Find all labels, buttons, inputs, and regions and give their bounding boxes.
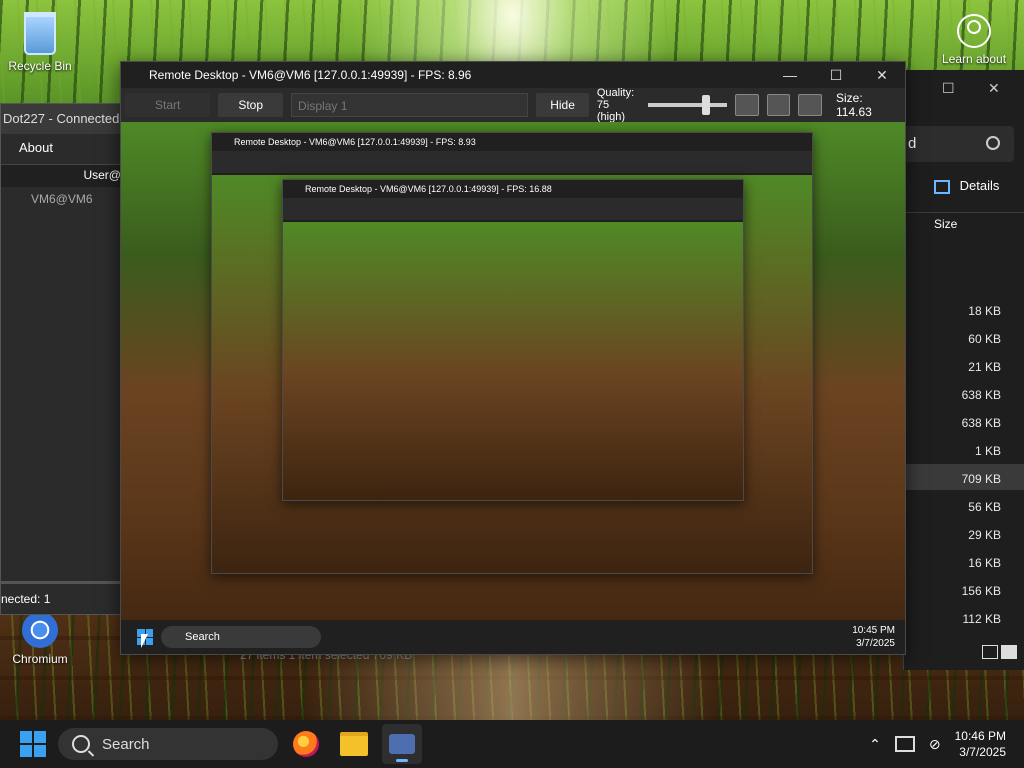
file-size: 21 KB [968, 360, 1001, 374]
file-size: 709 KB [961, 472, 1001, 486]
clock-date: 3/7/2025 [959, 745, 1006, 759]
maximize-button[interactable]: ☐ [813, 67, 859, 84]
explorer-search-text: d [908, 135, 917, 152]
details-pane-icon [934, 179, 950, 194]
file-size: 60 KB [968, 332, 1001, 346]
background-window-title: Dot227 - Connected: 1 [1, 104, 134, 134]
remote-desktop-app-icon [389, 734, 415, 754]
user-value: VM6@VM6 [31, 192, 93, 206]
explorer-taskbar-button[interactable] [334, 724, 374, 764]
mouse-cursor [141, 634, 148, 648]
firefox-icon [293, 731, 319, 757]
nested-remote-window: Remote Desktop - VM6@VM6 [127.0.0.1:4993… [211, 132, 813, 574]
nested-window-title: Remote Desktop - VM6@VM6 [127.0.0.1:4993… [212, 133, 812, 151]
explorer-close-button[interactable]: ✕ [988, 80, 1000, 97]
chromium-icon [22, 612, 58, 648]
display-select[interactable]: Display 1 [291, 93, 529, 117]
user-list-header: User@ [1, 164, 123, 187]
nested-window-title: Remote Desktop - VM6@VM6 [127.0.0.1:4993… [283, 180, 743, 198]
network-icon[interactable]: ⊘ [929, 736, 941, 753]
clock[interactable]: 10:46 PM 3/7/2025 [955, 728, 1006, 760]
quality-label: Quality: 75 (high) [596, 87, 635, 123]
chromium-shortcut[interactable]: Chromium [0, 612, 80, 666]
learn-about-shortcut[interactable]: Learn about [934, 14, 1014, 66]
list-view-icon[interactable] [981, 645, 998, 659]
frame-size-readout: Size: 114.63 [835, 91, 872, 119]
stop-button[interactable]: Stop [218, 93, 284, 117]
clear-icon[interactable] [766, 94, 791, 116]
hide-button[interactable]: Hide [536, 93, 589, 117]
recycle-bin-shortcut[interactable]: Recycle Bin [0, 12, 80, 73]
keyboard-icon[interactable] [798, 94, 822, 116]
quality-slider[interactable] [647, 95, 727, 115]
recycle-bin-icon [24, 12, 56, 55]
chromium-label: Chromium [12, 652, 68, 666]
remote-viewport[interactable]: Remote Desktop - VM6@VM6 [127.0.0.1:4993… [121, 122, 905, 654]
minimize-button[interactable]: — [767, 67, 813, 83]
clock-time: 10:46 PM [954, 729, 1006, 743]
file-size: 1 KB [974, 444, 1001, 458]
close-button[interactable]: ✕ [859, 67, 905, 84]
start-button-icon[interactable] [20, 731, 46, 757]
system-tray: ⌃ ⊘ 10:46 PM 3/7/2025 [869, 728, 1006, 760]
taskbar-search-label: Search [102, 735, 150, 753]
remote-desktop-taskbar-button[interactable] [382, 724, 422, 764]
firefox-taskbar-button[interactable] [286, 724, 326, 764]
remote-desktop-window[interactable]: Remote Desktop - VM6@VM6 [127.0.0.1:4993… [120, 61, 906, 655]
file-size: 156 KB [961, 584, 1001, 598]
view-toggle[interactable] [981, 645, 1017, 662]
quality-value: 75 (high) [596, 99, 625, 123]
screenshot-icon[interactable] [734, 94, 759, 116]
user-column-header: User@ [83, 168, 121, 182]
connection-status: nected: 1 [1, 581, 123, 614]
explorer-search-box[interactable]: d [904, 126, 1014, 162]
size-column-header[interactable]: Size [904, 212, 1024, 234]
search-icon [986, 136, 1000, 150]
details-pane-button[interactable]: Details [934, 178, 999, 194]
explorer-maximize-button[interactable]: ☐ [942, 80, 955, 97]
file-explorer-window[interactable]: ☐ ✕ d Details Size 18 KB 60 KB 21 KB 638… [903, 70, 1024, 670]
file-size: 16 KB [968, 556, 1001, 570]
start-button[interactable]: Start [125, 93, 211, 117]
details-label: Details [959, 178, 1000, 193]
file-size: 638 KB [961, 416, 1001, 430]
remote-clock: 10:45 PM 3/7/2025 [852, 625, 895, 649]
remote-inner-taskbar: Search 10:45 PM 3/7/2025 [121, 620, 905, 654]
remote-window-title: Remote Desktop - VM6@VM6 [127.0.0.1:4993… [149, 68, 472, 82]
folder-icon [340, 732, 368, 756]
file-size: 638 KB [961, 388, 1001, 402]
remote-toolbar: Start Stop Display 1 Hide Quality: 75 (h… [121, 87, 905, 123]
taskbar: Search ⌃ ⊘ 10:46 PM 3/7/2025 [0, 720, 1024, 768]
chevron-up-icon[interactable]: ⌃ [869, 736, 881, 753]
about-menu[interactable]: About [19, 140, 53, 155]
search-icon [72, 735, 90, 753]
learn-about-label: Learn about [941, 52, 1007, 66]
remote-search-box: Search [161, 626, 321, 648]
quality-slider-knob[interactable] [701, 95, 710, 115]
remote-titlebar[interactable]: Remote Desktop - VM6@VM6 [127.0.0.1:4993… [121, 62, 905, 88]
file-size: 18 KB [968, 304, 1001, 318]
nested-remote-window: Remote Desktop - VM6@VM6 [127.0.0.1:4993… [282, 179, 744, 501]
file-size: 112 KB [962, 612, 1001, 626]
recycle-bin-label: Recycle Bin [8, 59, 72, 73]
tiles-view-icon[interactable] [1001, 645, 1017, 659]
learn-about-icon [957, 14, 991, 48]
taskbar-search[interactable]: Search [58, 728, 278, 760]
monitor-icon[interactable] [894, 736, 915, 752]
background-remote-window[interactable]: Dot227 - Connected: 1 About User@ VM6@VM… [0, 103, 134, 615]
file-size: 29 KB [968, 528, 1001, 542]
file-size: 56 KB [968, 500, 1001, 514]
